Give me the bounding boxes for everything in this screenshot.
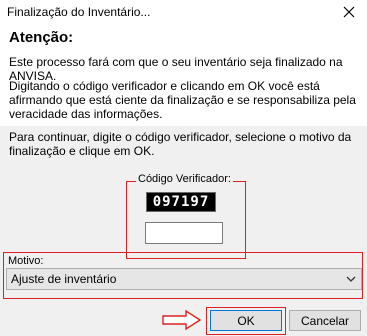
message-panel: Atenção: Este processo fará com que o se…	[0, 24, 367, 127]
form-panel: Para continuar, digite o código verifica…	[0, 126, 367, 302]
motivo-label: Motivo:	[8, 255, 44, 267]
cancel-button[interactable]: Cancelar	[289, 310, 361, 331]
info-text-2: Digitando o código verificador e clicand…	[9, 79, 356, 121]
motivo-value: Ajuste de inventário	[11, 272, 117, 286]
ok-button[interactable]: OK	[210, 310, 282, 331]
window-title: Finalização do Inventário...	[7, 5, 151, 19]
button-bar: OK Cancelar	[0, 302, 367, 336]
title-bar: Finalização do Inventário...	[0, 0, 367, 24]
captcha-code: 097197	[146, 192, 216, 212]
chevron-down-icon	[346, 276, 356, 282]
motivo-select[interactable]: Ajuste de inventário	[6, 268, 362, 290]
code-input[interactable]	[145, 222, 223, 244]
instructions: Para continuar, digite o código verifica…	[9, 130, 352, 158]
close-icon[interactable]	[337, 2, 361, 22]
heading: Atenção:	[9, 29, 74, 46]
code-label: Código Verificador:	[136, 173, 233, 185]
arrow-right-icon	[162, 310, 202, 330]
